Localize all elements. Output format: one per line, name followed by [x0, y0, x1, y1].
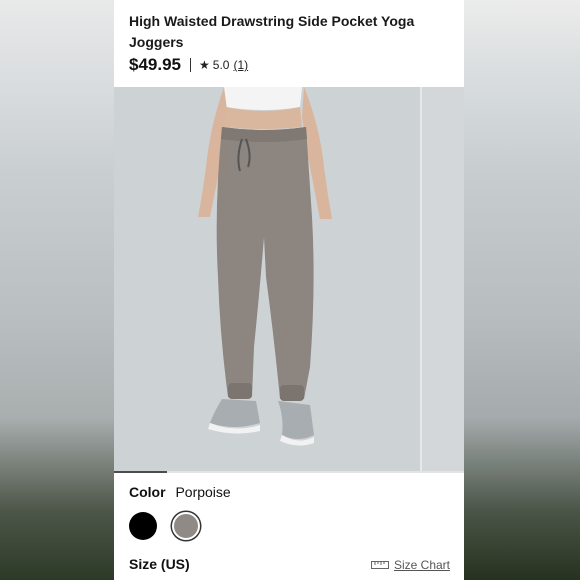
gallery-progress-track: [114, 471, 464, 473]
divider: [190, 58, 191, 72]
rating-value: 5.0: [212, 58, 230, 72]
color-row: Color Porpoise: [129, 484, 231, 500]
product-title: High Waisted Drawstring Side Pocket Yoga…: [129, 13, 415, 50]
color-swatch-black[interactable]: [129, 512, 157, 540]
price-rating-row: $49.95 ★ 5.0 (1): [129, 54, 248, 76]
next-image-peek[interactable]: [422, 87, 464, 472]
product-card: High Waisted Drawstring Side Pocket Yoga…: [114, 0, 464, 580]
size-chart-label[interactable]: Size Chart: [394, 558, 450, 572]
product-price: $49.95: [129, 55, 181, 74]
product-image-gallery[interactable]: [114, 87, 464, 472]
backdrop-right: [464, 0, 580, 580]
ruler-icon: [370, 561, 389, 569]
size-chart-link[interactable]: Size Chart: [370, 558, 450, 572]
star-icon: ★: [199, 58, 210, 72]
color-swatch-porpoise[interactable]: [172, 512, 200, 540]
backdrop-left: [0, 0, 114, 580]
color-label: Color: [129, 484, 166, 500]
product-image: [114, 87, 420, 472]
gallery-progress-fill: [114, 471, 167, 473]
color-selected-value: Porpoise: [175, 484, 231, 500]
review-count-link[interactable]: (1): [233, 58, 248, 72]
size-label: Size (US): [129, 556, 190, 572]
